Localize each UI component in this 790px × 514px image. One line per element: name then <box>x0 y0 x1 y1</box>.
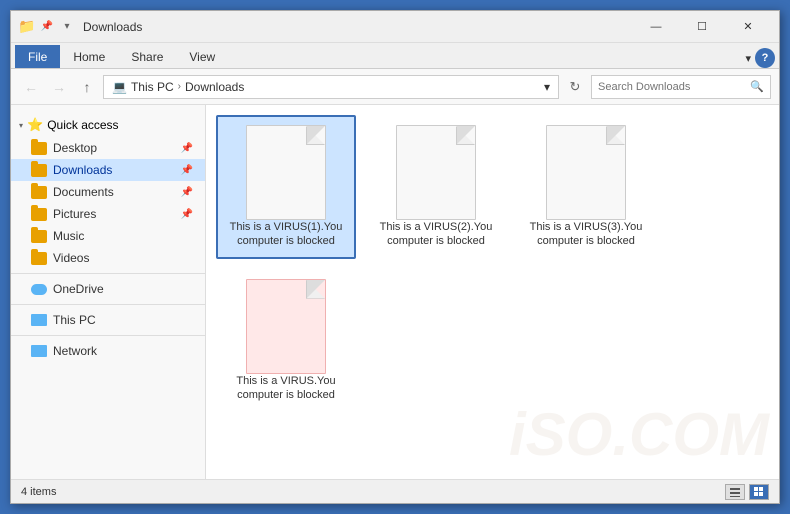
back-button[interactable]: ← <box>19 75 43 99</box>
file-icon-2 <box>396 125 476 220</box>
pin-title-icon: 📌 <box>39 19 55 35</box>
file-icon-4 <box>246 279 326 374</box>
file-icon-1 <box>246 125 326 220</box>
desktop-pin-icon: 📌 <box>181 143 193 154</box>
documents-folder-icon <box>31 186 47 199</box>
onedrive-icon <box>31 284 47 295</box>
sidebar-label-documents: Documents <box>53 185 114 199</box>
search-input[interactable] <box>598 81 746 93</box>
explorer-window: 📁 📌 ▾ Downloads — ☐ ✕ File Home Share Vi… <box>10 10 780 504</box>
file-name-3: This is a VIRUS(3).You computer is block… <box>526 220 646 249</box>
file-name-4: This is a VIRUS.You computer is blocked <box>226 374 346 403</box>
sidebar-item-onedrive[interactable]: OneDrive <box>11 278 205 300</box>
main-content: ▾ ⭐ Quick access Desktop 📌 Downloads 📌 D… <box>11 105 779 479</box>
videos-folder-icon <box>31 252 47 265</box>
pictures-folder-icon <box>31 208 47 221</box>
file-area: iSO.COM This is a VIRUS(1).You computer … <box>206 105 779 479</box>
address-bar: ← → ↑ 💻 This PC › Downloads ▾ ↻ 🔍 <box>11 69 779 105</box>
details-view-icon <box>754 487 764 497</box>
sidebar-divider-1 <box>11 273 205 274</box>
pictures-pin-icon: 📌 <box>181 209 193 220</box>
file-icon-3 <box>546 125 626 220</box>
downloads-pin-icon: 📌 <box>181 165 193 176</box>
tab-view[interactable]: View <box>176 45 228 68</box>
file-grid: This is a VIRUS(1).You computer is block… <box>216 115 769 412</box>
file-name-2: This is a VIRUS(2).You computer is block… <box>376 220 496 249</box>
file-name-1: This is a VIRUS(1).You computer is block… <box>226 220 346 249</box>
network-icon <box>31 345 47 357</box>
path-thispc-icon: 💻 <box>112 80 127 94</box>
sidebar-divider-2 <box>11 304 205 305</box>
ribbon-collapse-button[interactable]: ▾ <box>745 52 751 65</box>
dropdown-title-icon[interactable]: ▾ <box>59 19 75 35</box>
maximize-button[interactable]: ☐ <box>679 11 725 43</box>
documents-pin-icon: 📌 <box>181 187 193 198</box>
sidebar-item-videos[interactable]: Videos <box>11 247 205 269</box>
file-item[interactable]: This is a VIRUS.You computer is blocked <box>216 269 356 413</box>
item-count: 4 items <box>21 486 56 498</box>
sidebar-label-videos: Videos <box>53 251 89 265</box>
tab-home[interactable]: Home <box>60 45 118 68</box>
sidebar-label-network: Network <box>53 344 97 358</box>
sidebar-item-downloads[interactable]: Downloads 📌 <box>11 159 205 181</box>
search-icon: 🔍 <box>750 80 764 93</box>
sidebar-item-music[interactable]: Music <box>11 225 205 247</box>
thispc-icon <box>31 314 47 326</box>
path-thispc[interactable]: This PC <box>131 80 174 94</box>
up-button[interactable]: ↑ <box>75 75 99 99</box>
sidebar-label-downloads: Downloads <box>53 163 112 177</box>
sidebar-divider-3 <box>11 335 205 336</box>
quick-access-chevron: ▾ <box>19 121 23 130</box>
sidebar-label-music: Music <box>53 229 84 243</box>
file-item[interactable]: This is a VIRUS(2).You computer is block… <box>366 115 506 259</box>
downloads-folder-icon <box>31 164 47 177</box>
path-dropdown-icon[interactable]: ▾ <box>544 80 550 94</box>
refresh-button[interactable]: ↻ <box>563 75 587 99</box>
close-button[interactable]: ✕ <box>725 11 771 43</box>
minimize-button[interactable]: — <box>633 11 679 43</box>
help-button[interactable]: ? <box>755 48 775 68</box>
file-item[interactable]: This is a VIRUS(3).You computer is block… <box>516 115 656 259</box>
title-bar-icons: 📁 📌 ▾ <box>19 19 75 35</box>
window-controls: — ☐ ✕ <box>633 11 771 43</box>
file-item[interactable]: This is a VIRUS(1).You computer is block… <box>216 115 356 259</box>
sidebar: ▾ ⭐ Quick access Desktop 📌 Downloads 📌 D… <box>11 105 206 479</box>
sidebar-item-documents[interactable]: Documents 📌 <box>11 181 205 203</box>
title-bar: 📁 📌 ▾ Downloads — ☐ ✕ <box>11 11 779 43</box>
sidebar-item-desktop[interactable]: Desktop 📌 <box>11 137 205 159</box>
quick-access-header[interactable]: ▾ ⭐ Quick access <box>11 113 205 137</box>
path-downloads[interactable]: Downloads <box>185 80 244 94</box>
desktop-folder-icon <box>31 142 47 155</box>
window-title: Downloads <box>83 20 633 34</box>
tab-file[interactable]: File <box>15 45 60 68</box>
sidebar-label-thispc: This PC <box>53 313 96 327</box>
sidebar-label-pictures: Pictures <box>53 207 96 221</box>
status-bar: 4 items <box>11 479 779 503</box>
address-path[interactable]: 💻 This PC › Downloads ▾ <box>103 75 559 99</box>
quick-access-star-icon: ⭐ <box>27 117 43 133</box>
sidebar-label-desktop: Desktop <box>53 141 97 155</box>
forward-button[interactable]: → <box>47 75 71 99</box>
sidebar-item-network[interactable]: Network <box>11 340 205 362</box>
sidebar-label-onedrive: OneDrive <box>53 282 104 296</box>
music-folder-icon <box>31 230 47 243</box>
folder-title-icon: 📁 <box>19 19 35 35</box>
sidebar-item-thispc[interactable]: This PC <box>11 309 205 331</box>
path-sep-1: › <box>178 81 181 92</box>
quick-access-label: Quick access <box>47 118 118 132</box>
sidebar-item-pictures[interactable]: Pictures 📌 <box>11 203 205 225</box>
status-bar-right <box>725 484 769 500</box>
list-view-icon <box>730 487 740 497</box>
search-box[interactable]: 🔍 <box>591 75 771 99</box>
ribbon-tabs: File Home Share View ▾ ? <box>11 43 779 69</box>
details-view-button[interactable] <box>749 484 769 500</box>
tab-share[interactable]: Share <box>118 45 176 68</box>
list-view-button[interactable] <box>725 484 745 500</box>
